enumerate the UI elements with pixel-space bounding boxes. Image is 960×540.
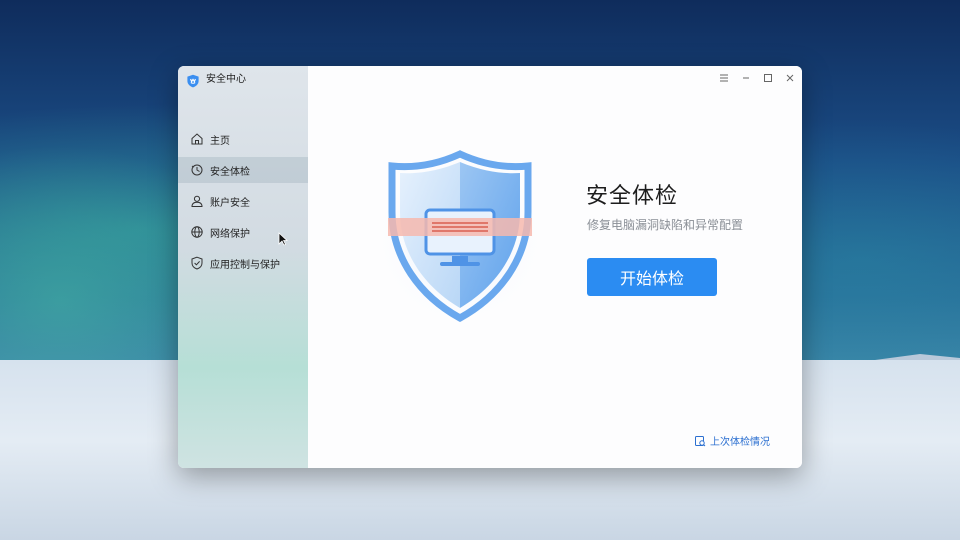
- sidebar-item-label: 应用控制与保护: [210, 259, 280, 271]
- sidebar: 安全中心 主页 安全体检 账户安全 网络保护 应用控制与保护: [178, 66, 308, 468]
- sidebar-item-account-security[interactable]: 账户安全: [178, 188, 308, 214]
- start-check-button[interactable]: 开始体检: [587, 258, 717, 296]
- sidebar-item-network-protection[interactable]: 网络保护: [178, 219, 308, 245]
- mouse-cursor-icon: [278, 232, 288, 246]
- menu-button[interactable]: [715, 70, 733, 86]
- report-icon: [695, 435, 706, 446]
- sidebar-item-label: 主页: [210, 135, 230, 147]
- last-check-link[interactable]: 上次体检情况: [694, 433, 770, 448]
- shield-check-icon: [191, 256, 203, 270]
- main-panel: 安全体检 修复电脑漏洞缺陷和异常配置 开始体检 上次体检情况: [308, 66, 802, 468]
- menu-icon: [720, 74, 728, 82]
- close-button[interactable]: [781, 70, 799, 86]
- security-center-window: 安全中心 主页 安全体检 账户安全 网络保护 应用控制与保护 安全体检 修复电脑…: [178, 66, 802, 468]
- page-title: 安全体检: [586, 184, 679, 209]
- sidebar-item-app-control[interactable]: 应用控制与保护: [178, 250, 308, 276]
- user-icon: [191, 195, 203, 207]
- minimize-icon: [743, 77, 749, 79]
- security-shield-illustration: [374, 146, 546, 326]
- minimize-button[interactable]: [737, 70, 755, 86]
- app-logo-icon: [187, 74, 199, 88]
- sidebar-item-label: 网络保护: [210, 228, 250, 240]
- sidebar-item-home[interactable]: 主页: [178, 126, 308, 152]
- maximize-button[interactable]: [759, 70, 777, 86]
- app-title: 安全中心: [206, 74, 246, 85]
- last-check-label: 上次体检情况: [710, 437, 770, 448]
- globe-icon: [191, 226, 203, 238]
- close-icon: [786, 74, 794, 82]
- sidebar-nav: 主页 安全体检 账户安全 网络保护 应用控制与保护: [178, 126, 308, 281]
- page-subtitle: 修复电脑漏洞缺陷和异常配置: [587, 218, 744, 232]
- maximize-icon: [764, 74, 772, 82]
- sidebar-item-security-check[interactable]: 安全体检: [178, 157, 308, 183]
- clock-scan-icon: [191, 164, 203, 176]
- sidebar-item-label: 账户安全: [210, 197, 250, 209]
- sidebar-item-label: 安全体检: [210, 166, 250, 178]
- home-icon: [191, 133, 203, 145]
